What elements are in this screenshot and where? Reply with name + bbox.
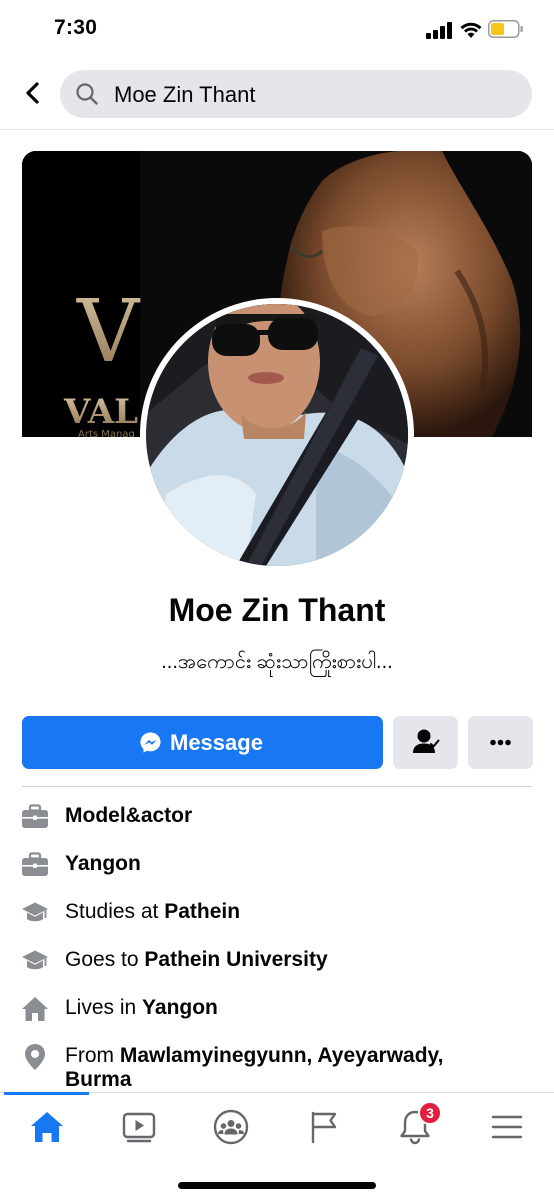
intro-item-work[interactable]: Model&actor bbox=[0, 800, 554, 840]
friend-status-button[interactable] bbox=[393, 716, 458, 769]
intro-value: Mawlamyinegyunn, Ayeyarwady, Burma bbox=[65, 1044, 444, 1091]
cover-logo-letter: V bbox=[76, 282, 141, 382]
intro-item-education[interactable]: Goes to Pathein University bbox=[0, 944, 554, 984]
section-divider bbox=[22, 786, 532, 787]
intro-value: Pathein bbox=[164, 900, 241, 923]
profile-name: Moe Zin Thant bbox=[168, 592, 386, 628]
cellular-signal-icon bbox=[426, 22, 454, 39]
status-bar: 7:30 bbox=[0, 0, 554, 60]
active-tab-indicator bbox=[4, 1092, 89, 1095]
intro-prefix: From bbox=[65, 1044, 120, 1067]
watch-video-icon[interactable] bbox=[115, 1103, 163, 1151]
back-arrow-icon[interactable] bbox=[18, 78, 48, 108]
message-button[interactable]: Message bbox=[22, 716, 383, 769]
home-icon[interactable] bbox=[23, 1103, 71, 1151]
intro-value: Yangon bbox=[142, 996, 218, 1019]
intro-value: Model&actor bbox=[65, 804, 193, 827]
battery-icon bbox=[488, 20, 523, 38]
bottom-tab-bar bbox=[0, 1092, 554, 1162]
cover-logo-subtext: Arts Manag bbox=[78, 429, 135, 437]
messenger-icon bbox=[140, 732, 161, 753]
pages-flag-icon[interactable] bbox=[299, 1103, 347, 1151]
more-options-button[interactable] bbox=[468, 716, 533, 769]
intro-item-lives-in[interactable]: Lives in Yangon bbox=[0, 992, 554, 1032]
intro-value: Yangon bbox=[65, 852, 141, 875]
profile-avatar[interactable] bbox=[146, 304, 408, 566]
home-indicator bbox=[178, 1182, 376, 1189]
status-time: 7:30 bbox=[54, 16, 98, 39]
intro-prefix: Lives in bbox=[65, 996, 143, 1019]
intro-value: Pathein University bbox=[144, 948, 328, 971]
groups-icon[interactable] bbox=[207, 1103, 255, 1151]
briefcase-icon bbox=[22, 804, 48, 828]
search-input[interactable]: Moe Zin Thant bbox=[60, 70, 532, 118]
person-check-icon bbox=[413, 729, 440, 753]
house-icon bbox=[22, 997, 48, 1021]
briefcase-icon bbox=[22, 852, 48, 876]
wifi-icon bbox=[460, 22, 482, 38]
intro-item-studies[interactable]: Studies at Pathein bbox=[0, 896, 554, 936]
search-icon bbox=[76, 83, 98, 105]
menu-hamburger-icon[interactable] bbox=[483, 1103, 531, 1151]
cover-logo-text: VAL bbox=[63, 392, 138, 432]
intro-item-from[interactable]: From Mawlamyinegyunn, Ayeyarwady, Burma bbox=[0, 1040, 554, 1092]
message-button-label: Message bbox=[170, 730, 263, 755]
more-dots-icon bbox=[490, 739, 511, 746]
intro-item-work-location[interactable]: Yangon bbox=[0, 848, 554, 888]
graduation-cap-icon bbox=[22, 902, 48, 922]
top-navigation: Moe Zin Thant bbox=[0, 60, 554, 130]
intro-prefix: Goes to bbox=[65, 948, 145, 971]
notification-count-badge: 3 bbox=[418, 1101, 442, 1125]
search-query: Moe Zin Thant bbox=[114, 82, 256, 107]
location-pin-icon bbox=[25, 1044, 45, 1070]
profile-bio: ...အကောင်း ဆုံးသာကြိုးစားပါ... bbox=[161, 651, 393, 673]
graduation-cap-icon bbox=[22, 950, 48, 970]
intro-prefix: Studies at bbox=[65, 900, 165, 923]
